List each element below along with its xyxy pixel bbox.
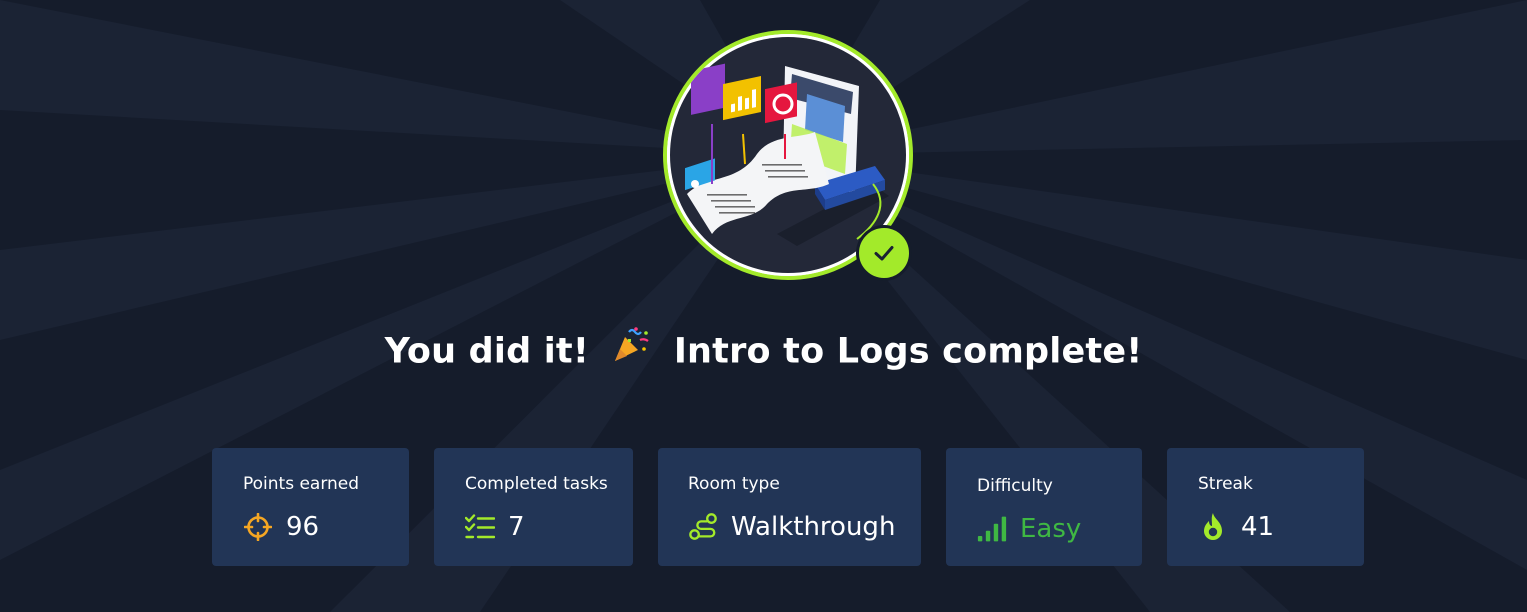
crosshair-icon [243,512,273,542]
streak-card: Streak 41 [1167,448,1364,566]
room-type-value: Walkthrough [731,512,896,542]
streak-label: Streak [1198,474,1253,494]
completed-tasks-label: Completed tasks [465,474,608,494]
room-type-card: Room type Walkthrough [658,448,921,566]
headline-prefix: You did it! [384,331,590,372]
completed-tasks-value: 7 [508,512,525,542]
difficulty-value: Easy [1020,514,1082,544]
points-earned-label: Points earned [243,474,360,494]
completed-tasks-card: Completed tasks 7 [434,448,633,566]
party-popper-icon [611,324,651,373]
flame-icon [1198,512,1228,542]
points-earned-card: Points earned 96 [212,448,409,566]
streak-value: 41 [1241,512,1275,542]
room-badge [663,30,913,281]
room-type-label: Room type [688,474,780,494]
difficulty-card: Difficulty Easy [946,448,1142,566]
route-icon [688,512,718,542]
points-earned-value: 96 [286,512,320,542]
headline-room-complete: Intro to Logs complete! [673,331,1143,372]
checkmark-icon [874,246,894,261]
checklist-icon [465,512,495,542]
difficulty-label: Difficulty [977,476,1053,496]
signal-bars-icon [977,514,1007,544]
completion-headline: You did it! Intro to Logs complete! [0,327,1527,377]
completed-check-badge [856,225,912,281]
